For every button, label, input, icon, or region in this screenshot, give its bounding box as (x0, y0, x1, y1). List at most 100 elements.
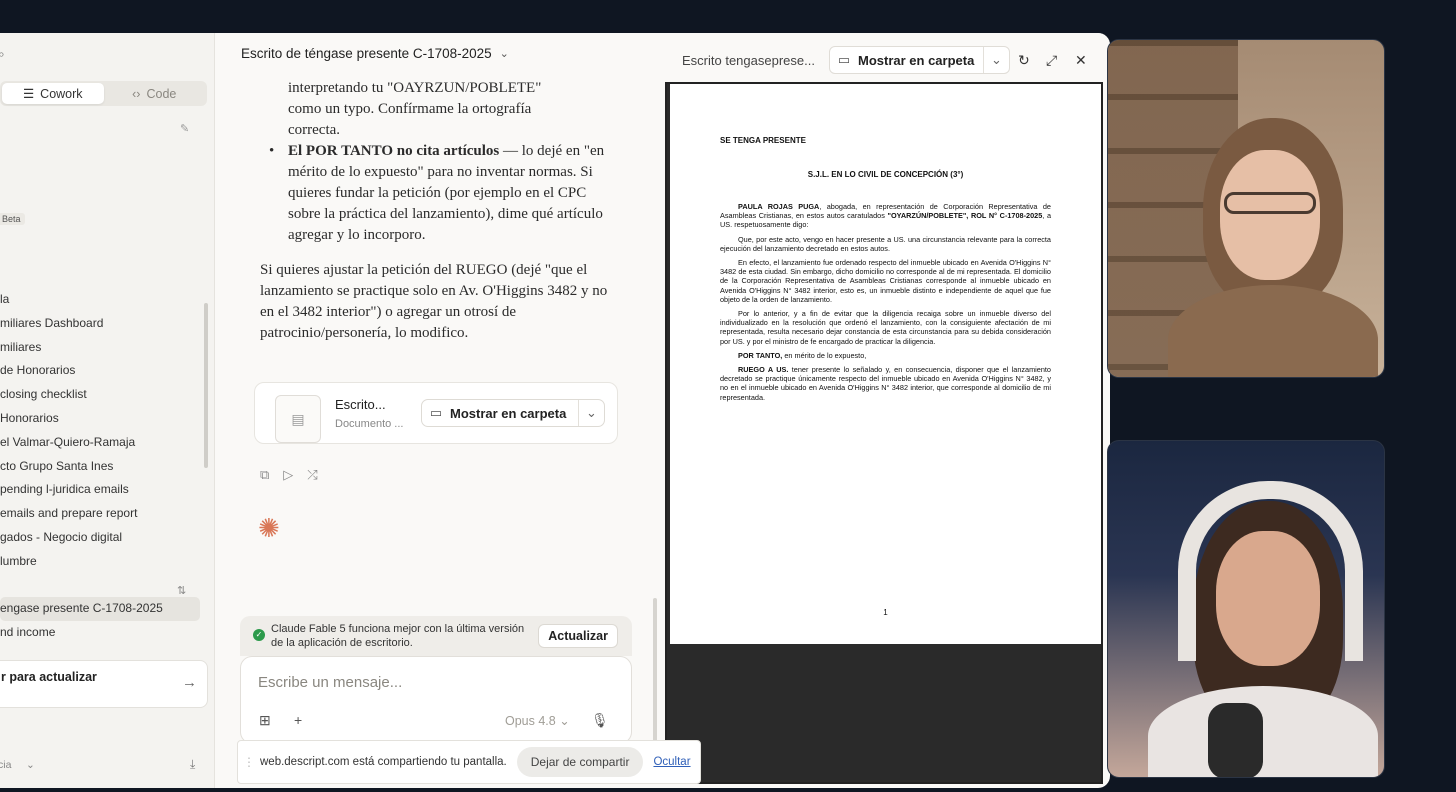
close-icon[interactable]: ✕ (1075, 52, 1087, 69)
message-input[interactable] (258, 674, 598, 691)
update-button[interactable]: Actualizar (538, 624, 618, 648)
arrow-right-icon: → (182, 674, 197, 691)
sidebar-item[interactable]: gados - Negocio digital (0, 526, 200, 550)
message-line: como un typo. Confírmame la ortografía (288, 101, 532, 117)
document-paragraph: RUEGO A US. tener presente lo señalado y… (720, 365, 1051, 402)
file-name: Escrito... (335, 397, 386, 412)
viewer-header: Escrito tengasepresе... ▭ Mostrar en car… (665, 33, 1110, 83)
doc-bold: PAULA ROJAS PUGA (738, 202, 820, 211)
bullet-icon: • (269, 143, 275, 159)
account-label: cia (0, 759, 12, 771)
play-icon[interactable]: ▷ (283, 467, 293, 483)
update-notice: ✓ Claude Fable 5 funciona mejor con la ú… (240, 616, 632, 656)
sidebar-item[interactable]: cto Grupo Santa Ines (0, 455, 200, 479)
show-in-folder-label: Mostrar en carpeta (450, 405, 567, 421)
sidebar: ⌕ ☰ Cowork ‹› Code ✎ Beta la miliares Das… (0, 33, 215, 788)
model-selector[interactable]: Opus 4.8 ⌄ (505, 713, 570, 728)
search-icon[interactable]: ⌕ (0, 47, 5, 62)
update-card-label: r para actualizar (1, 670, 97, 684)
show-in-folder-button[interactable]: ▭ Mostrar en carpeta ⌄ (421, 399, 605, 427)
mode-cowork-button[interactable]: ☰ Cowork (2, 83, 104, 104)
chat-title[interactable]: Escrito de téngase presente C-1708-2025 … (241, 46, 509, 61)
sidebar-item[interactable]: miliares Dashboard (0, 312, 200, 336)
hide-link[interactable]: Ocultar (653, 756, 690, 768)
sidebar-item[interactable] (0, 574, 200, 598)
filter-icon[interactable]: ⇅ (177, 584, 186, 597)
message-line: correcta. (288, 122, 341, 138)
sidebar-item[interactable]: de Honorarios (0, 359, 200, 383)
document-paragraph: Que, por este acto, vengo en hacer prese… (720, 234, 1051, 253)
stop-sharing-button[interactable]: Dejar de compartir (516, 747, 644, 777)
sidebar-item[interactable]: engase presente C-1708-2025 (0, 597, 200, 622)
screen-share-bar: ⋮ web.descript.com está compartiendo tu … (237, 740, 701, 784)
sidebar-scrollbar[interactable] (204, 303, 208, 468)
doc-bold: RUEGO A US. (738, 365, 789, 375)
microphone-icon[interactable]: 🎙 (591, 712, 609, 729)
chevron-down-icon: ⌄ (499, 48, 509, 60)
chevron-down-icon[interactable]: ⌄ (578, 400, 604, 426)
person-body (1148, 686, 1378, 777)
copy-icon[interactable]: ⧉ (260, 467, 269, 483)
viewer-show-in-folder-button[interactable]: ▭ Mostrar en carpeta ⌄ (829, 46, 1010, 74)
chevron-down-icon: ⌄ (559, 714, 570, 728)
person-face (1220, 150, 1320, 280)
claude-spark-icon: ✺ (258, 513, 280, 543)
sidebar-item[interactable]: Honorarios (0, 407, 200, 431)
message-line: interpretando tu "OAYRZUN/POBLETE" (288, 80, 542, 96)
page-number: 1 (883, 608, 888, 617)
viewer-show-in-folder-label: Mostrar en carpeta (858, 52, 975, 68)
sidebar-item[interactable]: el Valmar-Quiero-Ramaja (0, 431, 200, 455)
code-icon: ‹› (132, 86, 141, 101)
document-icon: ▤ (275, 395, 321, 443)
account-menu[interactable]: cia ⌄ (0, 759, 35, 771)
bullet-bold: El POR TANTO no cita artículos (288, 143, 500, 159)
sidebar-item[interactable]: emails and prepare report (0, 502, 200, 526)
glasses (1224, 192, 1316, 214)
refresh-icon[interactable]: ↻ (1018, 52, 1030, 69)
document-paragraph: POR TANTO, en mérito de lo expuesto, (720, 351, 1051, 360)
document-court: S.J.L. EN LO CIVIL DE CONCEPCIÓN (3°) (807, 170, 964, 179)
plus-icon[interactable]: + (294, 712, 302, 728)
webcam-tile-1 (1107, 39, 1385, 378)
app-window: ⌕ ☰ Cowork ‹› Code ✎ Beta la miliares Das… (0, 33, 1110, 788)
recent-list: la miliares Dashboard miliares de Honorario… (0, 288, 200, 645)
sidebar-item[interactable]: pending l-juridica emails (0, 478, 200, 502)
document-viewer[interactable]: SE TENGA PRESENTE S.J.L. EN LO CIVIL DE … (665, 82, 1103, 784)
document-body: PAULA ROJAS PUGA, abogada, en representa… (720, 202, 1051, 407)
chat-scrollbar[interactable] (653, 598, 657, 748)
mode-code-button[interactable]: ‹› Code (104, 83, 206, 104)
folder-icon: ▭ (429, 405, 443, 420)
sidebar-item[interactable]: miliares (0, 336, 200, 360)
document-page: SE TENGA PRESENTE S.J.L. EN LO CIVIL DE … (670, 84, 1101, 644)
mode-label: Code (146, 86, 177, 101)
headset (1178, 481, 1363, 661)
assistant-message: interpretando tu "OAYRZUN/POBLETE" como … (260, 78, 620, 344)
document-paragraph: Por lo anterior, y a fin de evitar que l… (720, 309, 1051, 346)
update-notice-text: Claude Fable 5 funciona mejor con la últ… (271, 623, 525, 649)
download-icon[interactable]: ⤓ (190, 757, 195, 772)
beta-badge: Beta (0, 213, 25, 225)
new-chat-icon[interactable]: ✎ (180, 122, 189, 135)
folder-icon: ▭ (837, 52, 851, 67)
branch-icon[interactable]: ⤮ (307, 467, 317, 483)
check-icon: ✓ (253, 629, 265, 641)
sidebar-item[interactable]: lumbre (0, 550, 200, 574)
sidebar-item[interactable]: la (0, 288, 200, 312)
message-paragraph: Si quieres ajustar la petición del RUEGO… (260, 262, 608, 341)
sidebar-item[interactable]: closing checklist (0, 383, 200, 407)
update-card[interactable]: r para actualizar → (0, 660, 208, 708)
doc-bold: POR TANTO, (738, 350, 783, 360)
file-card[interactable]: ▤ Escrito... Documento ... ▭ Mostrar en … (254, 382, 618, 444)
drag-handle-icon[interactable]: ⋮ (238, 755, 260, 769)
sidebar-item[interactable]: nd income (0, 621, 200, 645)
viewer-title: Escrito tengasepresе... (682, 53, 815, 68)
message-actions: ⧉ ▷ ⤮ (260, 467, 318, 483)
file-type: Documento ... (335, 418, 404, 430)
attach-folder-icon[interactable]: ⊞ (259, 712, 271, 729)
expand-icon[interactable]: ⤢ (1046, 52, 1057, 69)
document-heading: SE TENGA PRESENTE (720, 136, 806, 145)
doc-text: en mérito de lo expuesto, (782, 350, 867, 360)
mode-label: Cowork (40, 86, 83, 101)
chevron-down-icon[interactable]: ⌄ (983, 47, 1009, 73)
chat-title-text: Escrito de téngase presente C-1708-2025 (241, 46, 492, 61)
